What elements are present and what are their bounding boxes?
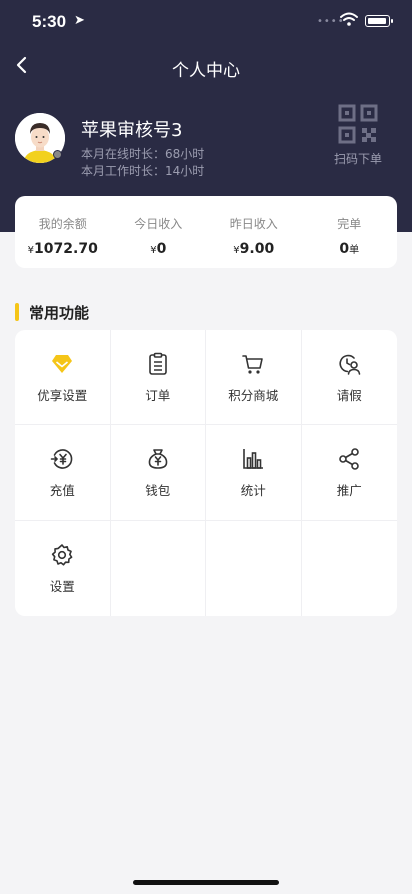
- function-grid: 优享设置 订单 积分商城 请假 充值 钱包 统计 推广 设置: [15, 330, 397, 616]
- page-title: 个人中心: [172, 61, 240, 81]
- stat-title: 今日收入: [134, 217, 183, 231]
- leave-icon: [339, 354, 361, 375]
- chart-icon: [243, 449, 264, 470]
- scan-order-button[interactable]: 扫码下单: [328, 104, 388, 174]
- location-arrow-icon: ➤: [74, 13, 85, 28]
- stat-value: 0单: [339, 241, 360, 257]
- function-recharge[interactable]: 充值: [15, 425, 111, 521]
- status-bar: 5:30 ➤ ••••: [0, 0, 412, 44]
- function-statistics[interactable]: 统计: [206, 425, 302, 521]
- home-indicator: [133, 880, 279, 885]
- stat-value: ¥1072.70: [27, 241, 98, 257]
- nav-bar: 个人中心: [0, 46, 412, 86]
- stat-balance[interactable]: 我的余额 ¥1072.70: [15, 196, 111, 268]
- function-leave[interactable]: 请假: [301, 330, 397, 426]
- monthly-work-time: 本月工作时长：14小时: [81, 164, 205, 178]
- function-settings[interactable]: 设置: [15, 520, 111, 616]
- stat-value: ¥9.00: [233, 241, 275, 257]
- stat-title: 我的余额: [38, 217, 87, 231]
- stat-title: 昨日收入: [229, 217, 278, 231]
- stat-title: 完单: [337, 217, 362, 231]
- stat-completed-orders[interactable]: 完单 0单: [302, 196, 398, 268]
- gear-icon: [52, 543, 73, 566]
- status-time: 5:30: [32, 12, 67, 31]
- function-empty-slot: [302, 521, 398, 616]
- function-points-mall[interactable]: 积分商城: [206, 330, 302, 426]
- qr-code-icon: [338, 104, 378, 144]
- scan-order-label: 扫码下单: [333, 152, 382, 166]
- online-status-dot: [53, 150, 62, 159]
- function-wallet[interactable]: 钱包: [110, 425, 206, 521]
- function-orders[interactable]: 订单: [110, 330, 206, 426]
- share-icon: [339, 448, 360, 471]
- diamond-icon: [52, 355, 73, 373]
- stat-yesterday-income[interactable]: 昨日收入 ¥9.00: [206, 196, 302, 268]
- recharge-icon: [50, 449, 73, 470]
- battery-icon: [365, 15, 393, 27]
- clipboard-icon: [148, 352, 167, 375]
- function-vip-settings[interactable]: 优享设置: [15, 330, 111, 426]
- stat-value: ¥0: [150, 241, 167, 257]
- wallet-icon: [148, 449, 168, 470]
- function-empty-slot: [206, 520, 302, 616]
- wifi-icon: [340, 12, 358, 26]
- stat-today-income[interactable]: 今日收入 ¥0: [111, 196, 207, 268]
- function-empty-slot: [111, 520, 206, 616]
- cart-icon: [242, 355, 264, 374]
- section-accent-bar: [15, 303, 19, 321]
- monthly-online-time: 本月在线时长：68小时: [81, 147, 205, 161]
- user-name: 苹果审核号3: [81, 120, 183, 141]
- function-promote[interactable]: 推广: [301, 425, 397, 521]
- earnings-summary-card: 我的余额 ¥1072.70 今日收入 ¥0 昨日收入 ¥9.00 完单 0单: [15, 196, 397, 268]
